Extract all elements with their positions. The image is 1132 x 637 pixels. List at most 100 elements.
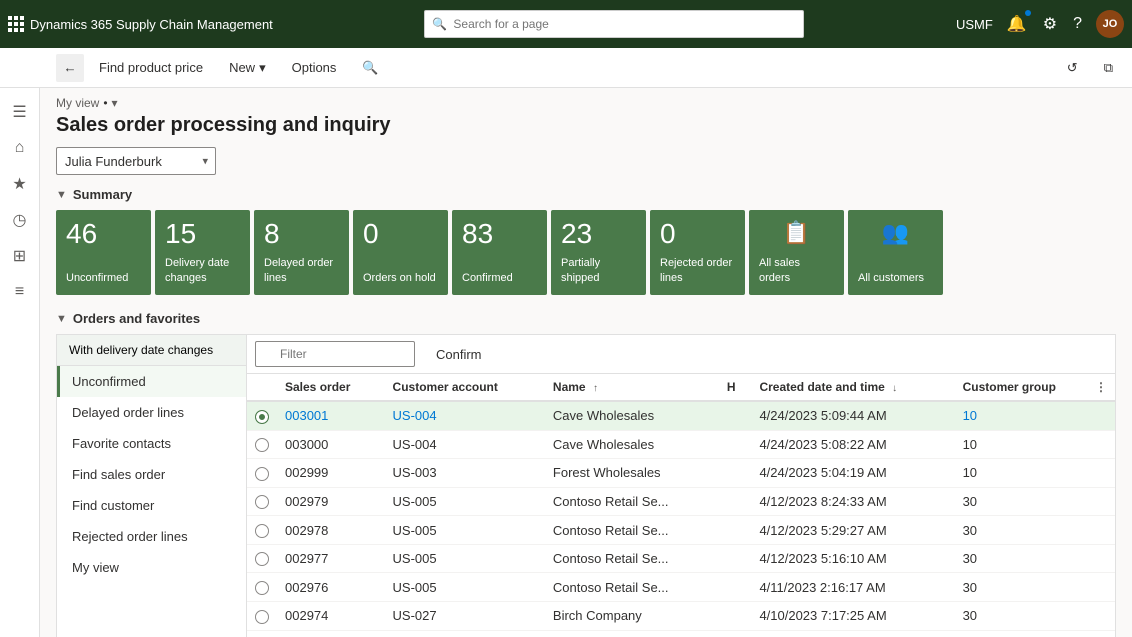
open-in-new-button[interactable]: ⧉: [1093, 54, 1124, 82]
topbar: Dynamics 365 Supply Chain Management 🔍 U…: [0, 0, 1132, 48]
group-link-0[interactable]: 10: [963, 408, 977, 423]
orders-section-label: Orders and favorites: [73, 311, 200, 326]
row-radio-0[interactable]: [255, 410, 269, 424]
tile-all-sales-orders[interactable]: 📋 All sales orders: [749, 210, 844, 295]
h-cell-3: [719, 487, 752, 516]
help-button[interactable]: ?: [1071, 13, 1084, 35]
modules-icon-button[interactable]: ≡: [4, 276, 36, 308]
col-checkbox: [247, 374, 277, 401]
created-date-cell-1: 4/24/2023 5:08:22 AM: [751, 430, 954, 459]
row-radio-2[interactable]: [255, 467, 269, 481]
created-date-cell-8: 4/10/2023 2:58:09 AM: [751, 630, 954, 637]
h-cell-1: [719, 430, 752, 459]
options-button[interactable]: Options: [281, 54, 348, 82]
h-cell-0: [719, 401, 752, 430]
my-view-header: My view • ▾: [56, 96, 1116, 110]
col-customer-account[interactable]: Customer account: [385, 374, 545, 401]
sidebar-icons: ☰ ⌂ ★ ◷ ⊞ ≡: [0, 88, 40, 637]
col-customer-group[interactable]: Customer group ⋮: [955, 374, 1115, 401]
notifications-button[interactable]: 🔔: [1005, 12, 1029, 36]
tile-unconfirmed[interactable]: 46 Unconfirmed: [56, 210, 151, 295]
all-customers-icon: 👥: [858, 220, 933, 246]
customer-account-link-0[interactable]: US-004: [393, 408, 437, 423]
refresh-button[interactable]: ↺: [1056, 54, 1089, 82]
tile-delayed-order-lines[interactable]: 8 Delayed order lines: [254, 210, 349, 295]
table-row: 002973US-027Birch Company4/10/2023 2:58:…: [247, 630, 1115, 637]
h-cell-7: [719, 601, 752, 630]
row-radio-3[interactable]: [255, 495, 269, 509]
table-row: 003000US-004Cave Wholesales4/24/2023 5:0…: [247, 430, 1115, 459]
created-date-cell-2: 4/24/2023 5:04:19 AM: [751, 459, 954, 488]
row-radio-5[interactable]: [255, 552, 269, 566]
orders-nav-header: With delivery date changes: [57, 335, 246, 366]
back-button[interactable]: ←: [56, 54, 84, 82]
customer-account-cell-1: US-004: [385, 430, 545, 459]
tile-delayed-number: 8: [264, 220, 339, 248]
summary-section-header[interactable]: ▼ Summary: [56, 187, 1116, 202]
table-row: 002978US-005Contoso Retail Se...4/12/202…: [247, 516, 1115, 545]
table-row: 002976US-005Contoso Retail Se...4/11/202…: [247, 573, 1115, 602]
customer-account-cell-2: US-003: [385, 459, 545, 488]
grid-scroll-area[interactable]: Sales order Customer account Name ↑: [247, 374, 1115, 637]
tile-hold-label: Orders on hold: [363, 271, 438, 285]
nav-item-my-view[interactable]: My view: [57, 552, 246, 583]
chevron-down-icon: ▾: [259, 60, 266, 76]
tile-all-customers-label: All customers: [858, 271, 933, 285]
orders-section-header[interactable]: ▼ Orders and favorites: [56, 311, 1116, 326]
nav-item-find-customer[interactable]: Find customer: [57, 490, 246, 521]
tile-rejected-order-lines[interactable]: 0 Rejected order lines: [650, 210, 745, 295]
waffle-icon[interactable]: [8, 16, 22, 32]
table-header-row: Sales order Customer account Name ↑: [247, 374, 1115, 401]
nav-item-delayed-order-lines[interactable]: Delayed order lines: [57, 397, 246, 428]
col-created-date-time[interactable]: Created date and time ↓: [751, 374, 954, 401]
tile-delivery-date-changes[interactable]: 15 Delivery date changes: [155, 210, 250, 295]
content-area: My view • ▾ Sales order processing and i…: [40, 88, 1132, 637]
row-radio-6[interactable]: [255, 581, 269, 595]
col-name[interactable]: Name ↑: [545, 374, 719, 401]
tile-confirmed[interactable]: 83 Confirmed: [452, 210, 547, 295]
recent-icon-button[interactable]: ◷: [4, 204, 36, 236]
row-radio-1[interactable]: [255, 438, 269, 452]
home-icon-button[interactable]: ⌂: [4, 132, 36, 164]
tile-partially-shipped[interactable]: 23 Partially shipped: [551, 210, 646, 295]
workspaces-icon-button[interactable]: ⊞: [4, 240, 36, 272]
avatar[interactable]: JO: [1096, 10, 1124, 38]
col-sales-order[interactable]: Sales order: [277, 374, 385, 401]
tile-orders-on-hold[interactable]: 0 Orders on hold: [353, 210, 448, 295]
nav-item-find-sales-order[interactable]: Find sales order: [57, 459, 246, 490]
grid-filter-input[interactable]: [255, 341, 415, 367]
favorites-icon-button[interactable]: ★: [4, 168, 36, 200]
col-h[interactable]: H: [719, 374, 752, 401]
all-sales-orders-icon: 📋: [759, 220, 834, 246]
row-radio-7[interactable]: [255, 610, 269, 624]
my-view-chevron[interactable]: ▾: [112, 96, 118, 110]
new-button[interactable]: New ▾: [218, 54, 277, 82]
expand-sidebar-button[interactable]: ☰: [4, 96, 36, 128]
user-filter-select[interactable]: Julia Funderburk: [56, 147, 216, 175]
col-menu-icon[interactable]: ⋮: [1095, 380, 1107, 394]
created-date-cell-6: 4/11/2023 2:16:17 AM: [751, 573, 954, 602]
customer-account-cell-6: US-005: [385, 573, 545, 602]
table-row: 003001 US-004 Cave Wholesales 4/24/2023 5:0…: [247, 401, 1115, 430]
name-cell-0: Cave Wholesales: [545, 401, 719, 430]
sales-order-cell-8: 002973: [277, 630, 385, 637]
created-date-cell-0: 4/24/2023 5:09:44 AM: [751, 401, 954, 430]
name-cell-5: Contoso Retail Se...: [545, 544, 719, 573]
nav-item-favorite-contacts[interactable]: Favorite contacts: [57, 428, 246, 459]
h-cell-2: [719, 459, 752, 488]
sales-order-link-0[interactable]: 003001: [285, 408, 328, 423]
h-cell-4: [719, 516, 752, 545]
group-cell-1: 10: [955, 430, 1115, 459]
nav-item-unconfirmed[interactable]: Unconfirmed: [57, 366, 246, 397]
search-bar: 🔍: [424, 10, 804, 38]
created-date-cell-4: 4/12/2023 5:29:27 AM: [751, 516, 954, 545]
row-radio-4[interactable]: [255, 524, 269, 538]
tile-all-customers[interactable]: 👥 All customers: [848, 210, 943, 295]
search-input[interactable]: [424, 10, 804, 38]
settings-button[interactable]: ⚙: [1041, 12, 1059, 36]
nav-item-rejected-order-lines[interactable]: Rejected order lines: [57, 521, 246, 552]
search-toolbar-button[interactable]: 🔍: [351, 54, 389, 82]
find-product-price-button[interactable]: Find product price: [88, 54, 214, 82]
grid-confirm-button[interactable]: Confirm: [423, 341, 495, 367]
tile-partial-number: 23: [561, 220, 636, 248]
